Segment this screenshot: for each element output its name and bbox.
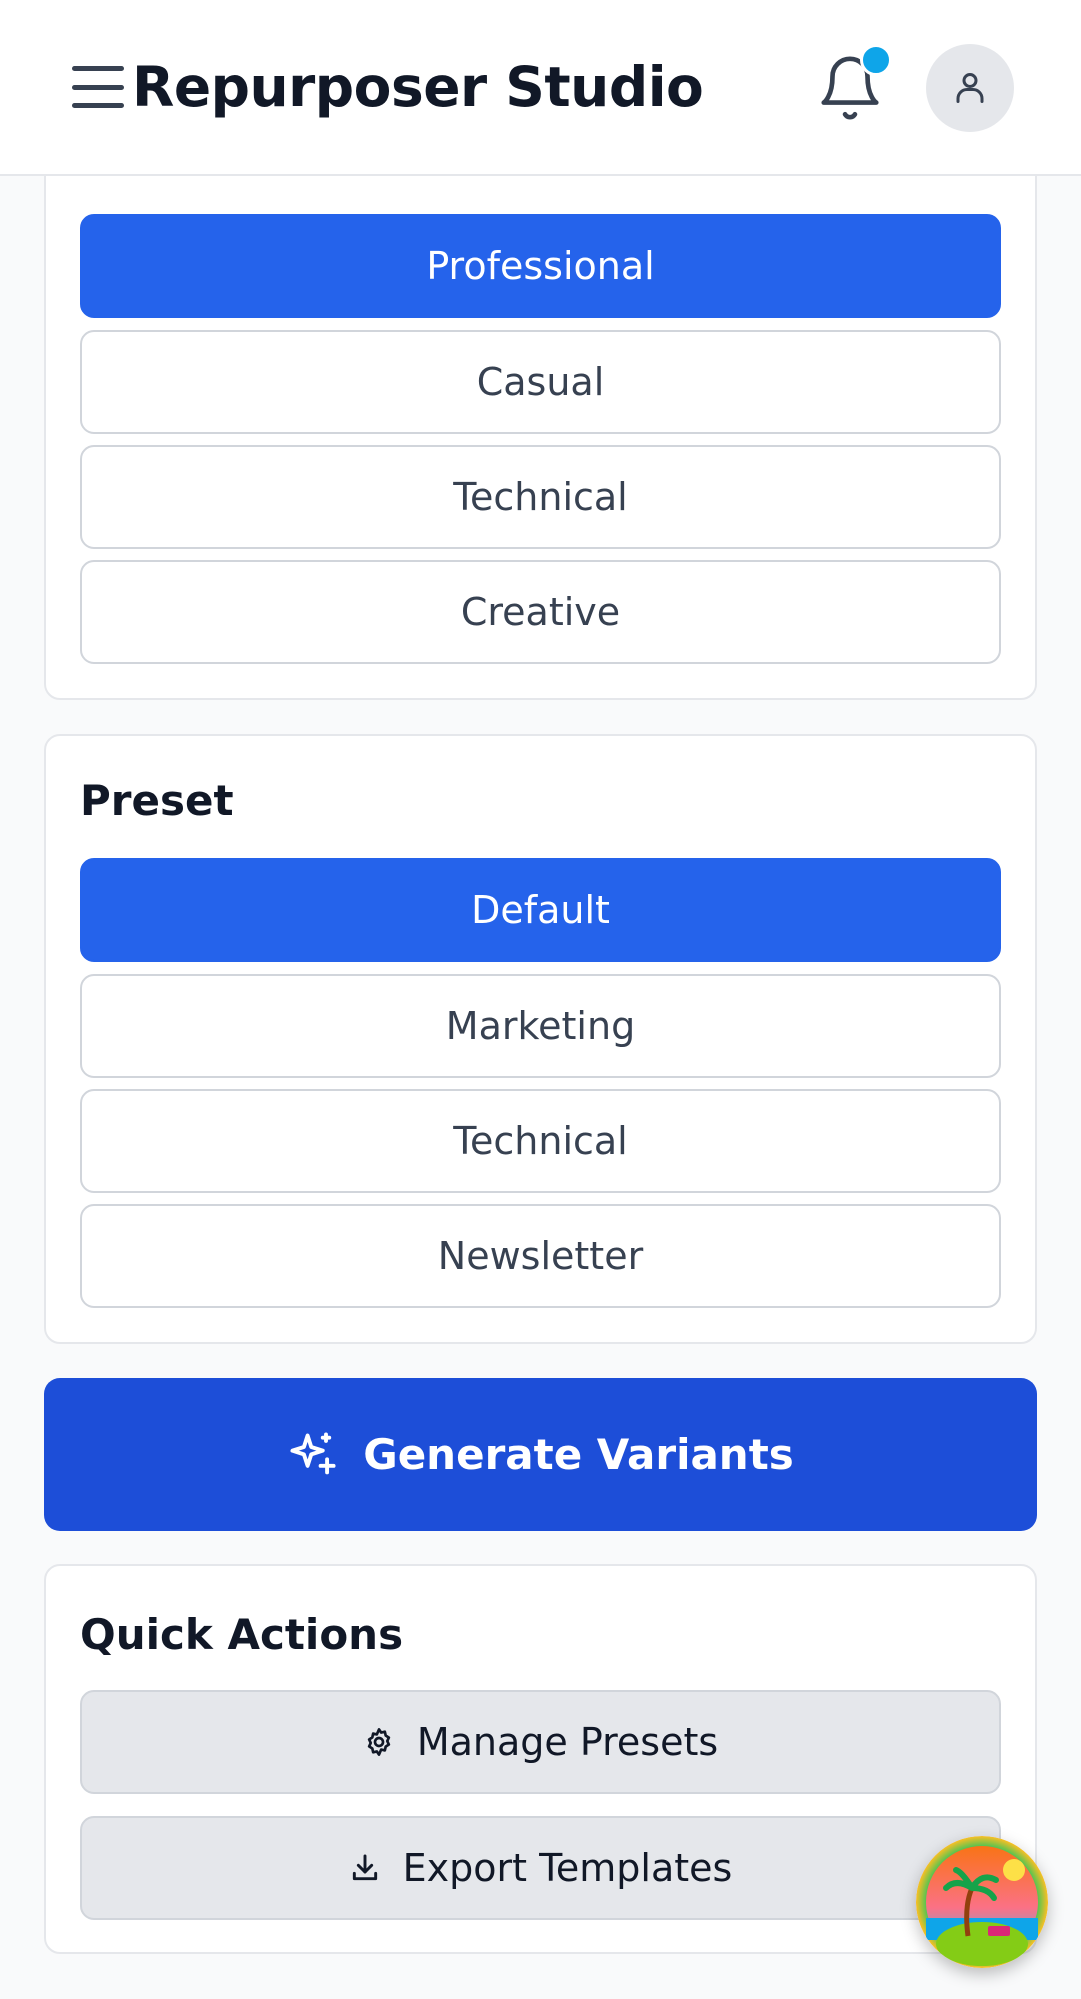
- hamburger-menu-icon[interactable]: [72, 66, 124, 108]
- style-card: Professional Casual Technical Creative: [44, 120, 1037, 700]
- preset-card: Preset Default Marketing Technical Newsl…: [44, 734, 1037, 1344]
- beach-island-icon: [916, 1836, 1048, 1968]
- avatar[interactable]: [926, 44, 1014, 132]
- preset-option-technical[interactable]: Technical: [80, 1089, 1001, 1193]
- manage-presets-button[interactable]: Manage Presets: [80, 1690, 1001, 1794]
- sparkles-icon: [290, 1431, 336, 1474]
- style-option-technical[interactable]: Technical: [80, 445, 1001, 549]
- style-option-casual[interactable]: Casual: [80, 330, 1001, 434]
- style-option-creative[interactable]: Creative: [80, 560, 1001, 664]
- preset-option-default[interactable]: Default: [80, 858, 1001, 962]
- assistant-fab[interactable]: [916, 1836, 1048, 1968]
- quick-actions-title: Quick Actions: [80, 1610, 404, 1659]
- app-title: Repurposer Studio: [132, 55, 704, 119]
- preset-section-title: Preset: [80, 776, 234, 825]
- generate-variants-label: Generate Variants: [363, 1430, 794, 1479]
- preset-option-newsletter[interactable]: Newsletter: [80, 1204, 1001, 1308]
- user-icon: [956, 73, 984, 103]
- manage-presets-label: Manage Presets: [416, 1720, 719, 1764]
- export-templates-button[interactable]: Export Templates: [80, 1816, 1001, 1920]
- style-option-professional[interactable]: Professional: [80, 214, 1001, 318]
- gear-icon: [367, 1728, 391, 1756]
- preset-option-marketing[interactable]: Marketing: [80, 974, 1001, 1078]
- export-templates-label: Export Templates: [402, 1846, 733, 1890]
- download-icon: [352, 1854, 377, 1881]
- app-header: Repurposer Studio: [0, 0, 1081, 176]
- generate-variants-button[interactable]: Generate Variants: [44, 1378, 1037, 1531]
- notification-dot: [860, 44, 892, 76]
- quick-actions-card: Quick Actions Manage Presets Export Temp…: [44, 1564, 1037, 1954]
